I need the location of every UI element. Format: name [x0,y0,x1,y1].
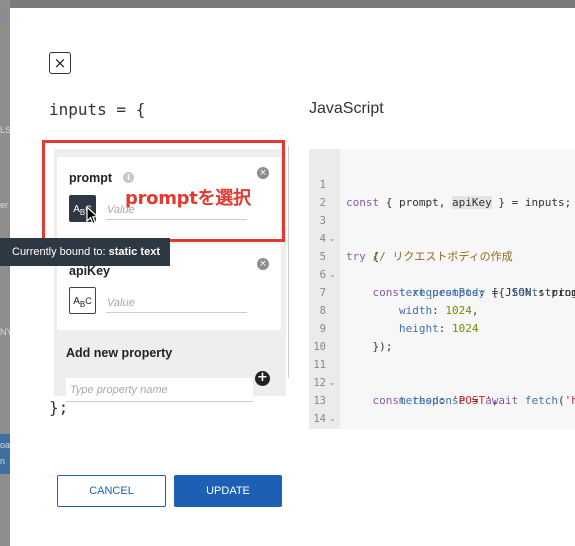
new-property-name-input[interactable] [66,378,253,402]
panel-divider [288,146,289,378]
property-name: apiKey [69,264,110,278]
code-line: 2 [309,176,349,209]
remove-property-icon[interactable]: × [257,258,269,270]
code-text: 'Authorization': `Beare [346,428,575,429]
code-text: const { prompt, apiKey } = inputs; [346,196,572,209]
add-property-heading: Add new property [66,346,173,360]
property-value-input[interactable] [106,294,247,313]
edit-inputs-dialog: × inputs = { prompt i × ABC apiKey × ABC… [0,8,575,546]
code-line: 12 method: 'POST', [309,356,498,407]
code-line: 13 ⌄ headers: { [309,374,349,423]
code-text: method: 'POST', [398,394,499,407]
inputs-open-label: inputs = { [49,100,146,119]
code-line: 8 height: 1024 [309,284,479,335]
binding-tooltip: Currently bound to: static text [0,238,170,266]
code-line: 10 [309,320,349,353]
code-line: 11 ⌄ const response = await fetch('h [309,338,575,407]
update-button[interactable]: UPDATE [174,475,282,507]
code-text: width: 1024, [398,304,479,317]
close-button[interactable]: × [49,52,71,74]
code-line: 1 const { prompt, apiKey } = inputs; [309,158,575,209]
mouse-cursor-icon [86,206,100,225]
code-line: 6 text_prompts: [{ text: promp [309,248,575,299]
background-text: er [0,200,9,210]
code-text: }); [346,340,393,353]
code-line: 3 ⌄ try { [309,194,379,263]
code-line: 7 width: 1024, [309,266,479,317]
line-number: 15 [309,428,326,429]
code-line: 5 ⌄ const requestBody = JSON.string [309,230,575,299]
code-text: text_prompts: [{ text: promp [398,286,575,299]
javascript-heading: JavaScript [309,100,384,117]
code-line: 9 }); [309,302,393,353]
cancel-button[interactable]: CANCEL [57,475,166,507]
code-text: height: 1024 [398,322,479,335]
code-comment: // リクエストボディの作成 [346,250,513,263]
tooltip-prefix: Currently bound to: [12,246,109,258]
inputs-close-label: }; [49,398,69,417]
background-text: oa [0,440,11,450]
background-text: h [0,12,6,22]
static-text-type-button[interactable]: ABC [69,287,96,314]
code-editor[interactable]: 1 const { prompt, apiKey } = inputs; 2 3… [309,149,575,429]
tooltip-value: static text [108,246,160,258]
background-text: n [0,456,6,466]
code-line: 4 // リクエストボディの作成 [309,212,513,263]
code-line: 15 'Content-Type': 'applic [309,410,349,428]
code-line: 14 'Authorization': `Beare [309,392,349,425]
annotation-label: promptを選択 [125,188,251,209]
add-property-button[interactable]: + [255,371,270,386]
